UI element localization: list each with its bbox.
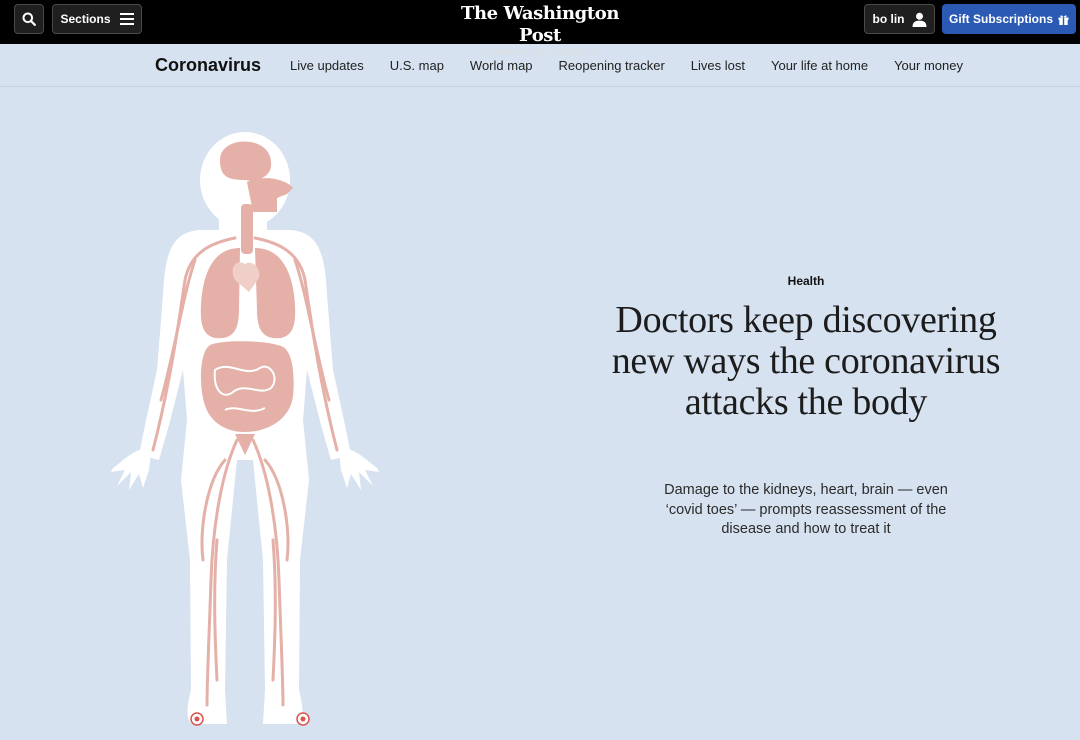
nav-your-money[interactable]: Your money <box>894 58 963 73</box>
nav-your-life-at-home[interactable]: Your life at home <box>771 58 868 73</box>
gift-label: Gift Subscriptions <box>948 12 1053 26</box>
article-kicker[interactable]: Health <box>706 274 906 288</box>
nav-links: Live updates U.S. map World map Reopenin… <box>290 58 963 73</box>
article-headline[interactable]: Doctors keep discovering new ways the co… <box>600 300 1012 423</box>
nav-reopening-tracker[interactable]: Reopening tracker <box>559 58 665 73</box>
hamburger-icon <box>119 13 134 25</box>
search-icon <box>22 12 36 26</box>
sections-label: Sections <box>60 12 111 26</box>
gift-subscriptions-button[interactable]: Gift Subscriptions <box>942 4 1076 34</box>
top-bar: Sections The Washington Post Democracy D… <box>0 0 1080 58</box>
section-title[interactable]: Coronavirus <box>155 55 261 76</box>
trachea-icon <box>241 204 253 254</box>
gift-icon <box>1058 14 1069 25</box>
nav-world-map[interactable]: World map <box>470 58 533 73</box>
nav-live-updates[interactable]: Live updates <box>290 58 364 73</box>
human-body-illustration <box>111 132 379 726</box>
nav-us-map[interactable]: U.S. map <box>390 58 444 73</box>
user-icon <box>912 12 926 27</box>
user-account-button[interactable]: bo lin <box>864 4 935 34</box>
section-nav: Coronavirus Live updates U.S. map World … <box>0 44 1080 87</box>
nav-lives-lost[interactable]: Lives lost <box>691 58 745 73</box>
intestines-icon <box>200 341 294 432</box>
user-name: bo lin <box>872 12 905 26</box>
brand-logo: The Washington Post <box>460 3 620 46</box>
sections-button[interactable]: Sections <box>52 4 142 34</box>
search-button[interactable] <box>14 4 44 34</box>
article-dek: Damage to the kidneys, heart, brain — ev… <box>664 482 948 537</box>
